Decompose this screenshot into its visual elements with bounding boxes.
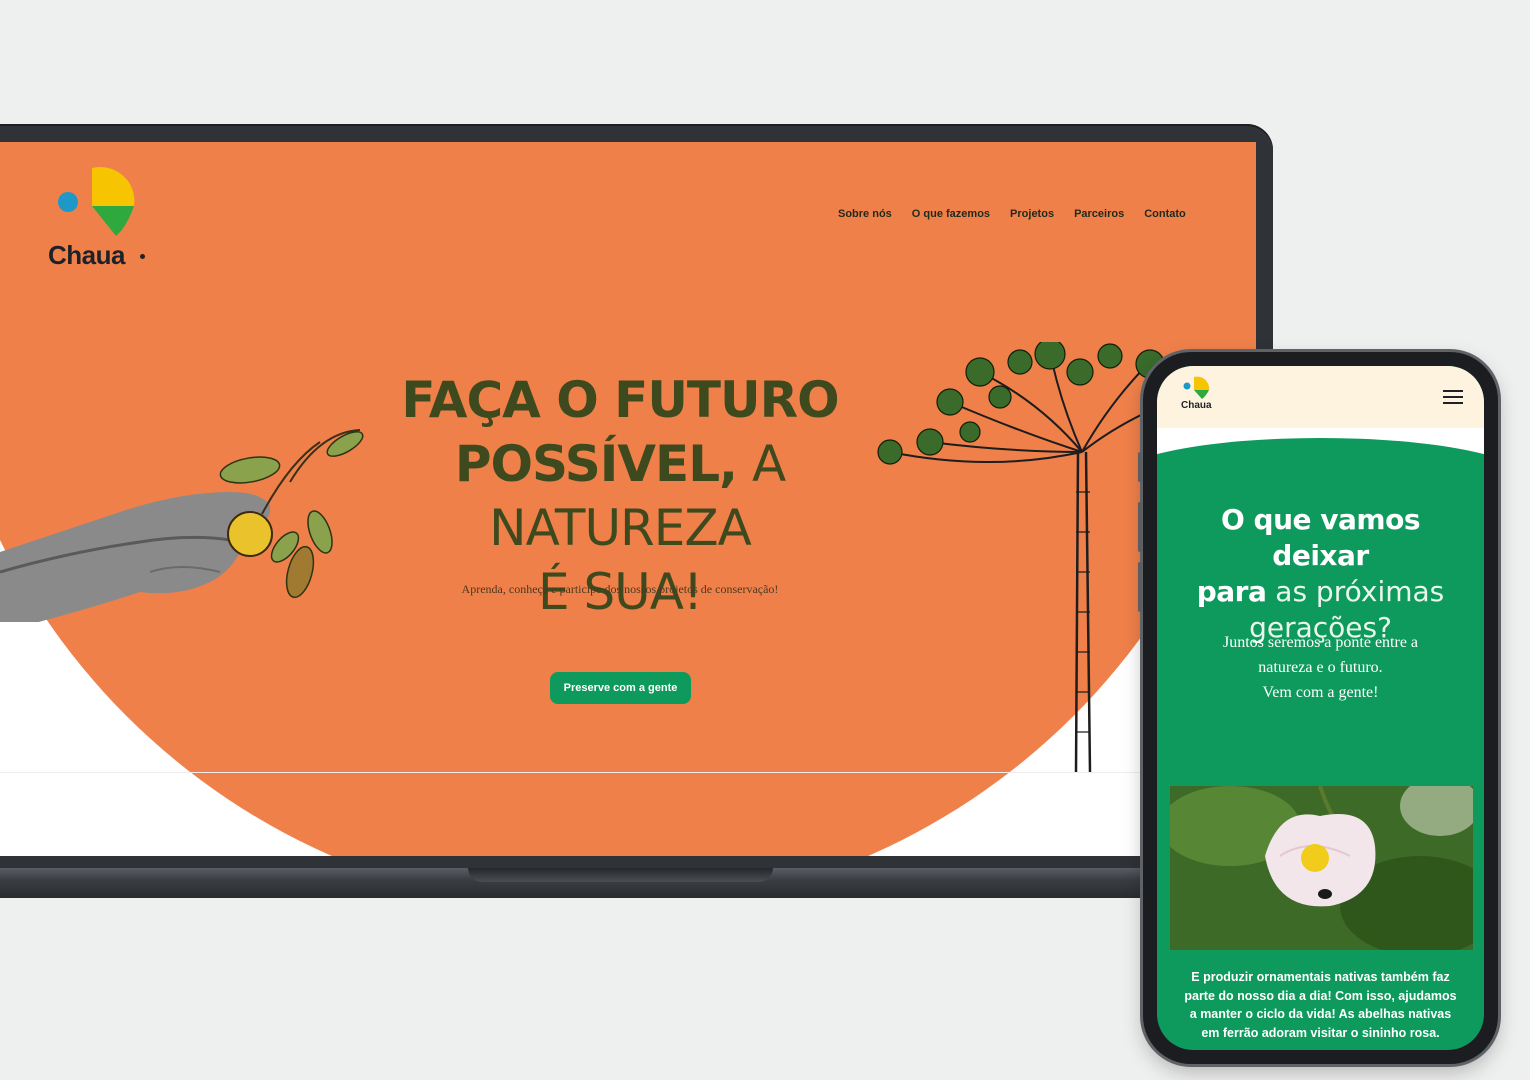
mobile-title-light-2: as próximas (1275, 575, 1445, 608)
hero-line-2: POSSÍVEL, A NATUREZA (330, 432, 910, 560)
mobile-subtitle-line-3: Vem com a gente! (1262, 684, 1379, 701)
hamburger-icon[interactable] (1443, 390, 1463, 406)
nav-item-contato[interactable]: Contato (1144, 208, 1186, 220)
logo-shape-icon (92, 166, 135, 236)
araucaria-tree-illustration (877, 342, 1170, 772)
preserve-cta-button[interactable]: Preserve com a gente (550, 672, 691, 704)
mobile-title-bold-2: para (1196, 575, 1267, 608)
flower-with-bee-image (1170, 786, 1473, 950)
mobile-title: O que vamos deixar para as próximas gera… (1177, 502, 1464, 646)
nav-item-projetos[interactable]: Projetos (1010, 208, 1054, 220)
hand-with-fruit-illustration (0, 429, 364, 622)
nav-item-sobre-nos[interactable]: Sobre nós (838, 208, 892, 220)
laptop-hinge (468, 868, 773, 882)
desktop-site: Chaua Sobre nós O que fazemos Projetos P… (0, 142, 1256, 856)
phone-side-button (1138, 452, 1142, 482)
nav-item-parceiros[interactable]: Parceiros (1074, 208, 1124, 220)
mobile-body-text: E produzir ornamentais nativas também fa… (1184, 970, 1457, 1040)
mobile-logo-icon[interactable] (1183, 376, 1213, 400)
phone-side-button (1138, 562, 1142, 612)
mobile-subtitle: Juntos seremos a ponte entre a natureza … (1187, 630, 1454, 705)
mobile-title-bold-1: O que vamos deixar (1221, 503, 1421, 572)
flower-photo (1170, 786, 1473, 950)
site-logo[interactable]: Chaua (48, 166, 158, 270)
phone-side-button (1138, 502, 1142, 552)
hero-subtitle: Aprenda, conheça e participe dos nossos … (461, 582, 779, 596)
hero-background (0, 142, 1256, 342)
hero-line-1: FAÇA O FUTURO (401, 371, 839, 429)
logo-blue-dot (58, 192, 78, 212)
logo-dot-mark (140, 254, 145, 259)
mobile-logo-wordmark: Chaua (1181, 400, 1212, 411)
main-nav: Sobre nós O que fazemos Projetos Parceir… (838, 208, 1186, 220)
mobile-site: Chaua O que vamos deixar para as próxima… (1157, 366, 1484, 1050)
section-divider (0, 772, 1256, 773)
mobile-subtitle-line-1: Juntos seremos a ponte entre a (1222, 634, 1419, 651)
phone-frame: Chaua O que vamos deixar para as próxima… (1138, 352, 1498, 1064)
logo-wordmark: Chaua (48, 240, 125, 270)
mobile-subtitle-line-2: natureza e o futuro. (1258, 659, 1383, 676)
hero-line-2-bold: POSSÍVEL, (454, 435, 738, 493)
nav-item-o-que-fazemos[interactable]: O que fazemos (912, 208, 990, 220)
